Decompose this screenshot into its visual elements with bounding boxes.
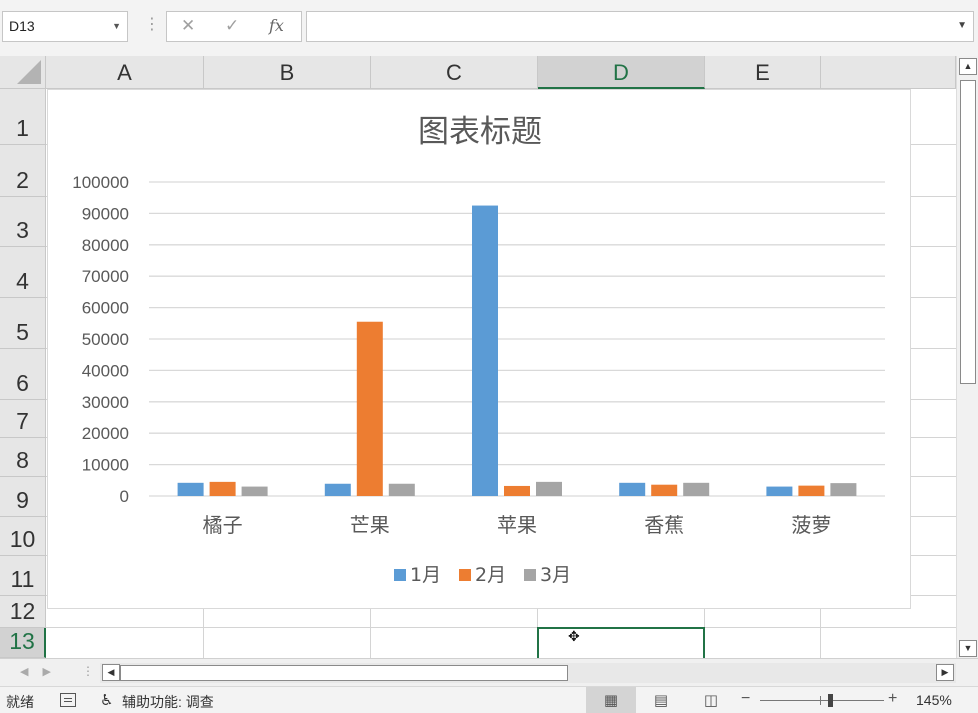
row-header-8[interactable]: 8 <box>0 438 46 477</box>
drag-handle-icon[interactable]: ⋮ <box>144 14 160 34</box>
legend-label: 3月 <box>540 564 571 586</box>
row-header-3[interactable]: 3 <box>0 197 46 247</box>
tab-split-handle-icon[interactable]: ⋮ <box>82 664 94 678</box>
y-tick-label: 90000 <box>82 204 129 223</box>
bar-4-2 <box>830 483 857 496</box>
row-header-2[interactable]: 2 <box>0 145 46 197</box>
y-tick-label: 20000 <box>82 424 129 443</box>
bar-4-0 <box>766 486 793 496</box>
y-tick-label: 30000 <box>82 393 129 412</box>
formula-input[interactable]: ▼ <box>306 11 974 42</box>
row-header-5[interactable]: 5 <box>0 298 46 349</box>
bar-0-2 <box>241 486 268 496</box>
macro-record-icon[interactable] <box>60 693 76 707</box>
scroll-down-button[interactable]: ▼ <box>959 640 977 657</box>
row-header-9[interactable]: 9 <box>0 477 46 517</box>
column-header-c[interactable]: C <box>371 56 538 89</box>
row-header-11[interactable]: 11 <box>0 556 46 596</box>
zoom-slider-handle[interactable] <box>828 694 833 707</box>
x-tick-label: 橘子 <box>203 513 243 537</box>
expand-formula-bar-icon[interactable]: ▼ <box>957 20 967 31</box>
row-header-13[interactable]: 13 <box>0 628 46 658</box>
column-header-e[interactable]: E <box>705 56 821 89</box>
cell-cursor-icon: ✥ <box>568 628 580 644</box>
y-tick-label: 70000 <box>82 267 129 286</box>
bar-2-1 <box>504 485 530 496</box>
legend-swatch <box>394 569 406 581</box>
row-header-7[interactable]: 7 <box>0 400 46 438</box>
zoom-in-button[interactable]: + <box>888 690 897 708</box>
sheet-tab-bar: ◀▶ ⋮ ◀ ▶ <box>0 658 978 686</box>
column-header-a[interactable]: A <box>46 56 204 89</box>
scroll-right-button[interactable]: ▶ <box>936 664 954 681</box>
x-tick-label: 香蕉 <box>644 513 684 537</box>
normal-view-icon[interactable]: ▦ <box>586 687 636 713</box>
horizontal-scroll-thumb[interactable] <box>120 665 568 681</box>
legend-label: 1月 <box>410 564 441 586</box>
row-header-1[interactable]: 1 <box>0 89 46 145</box>
scroll-up-button[interactable]: ▲ <box>959 58 977 75</box>
row-header-12[interactable]: 12 <box>0 596 46 628</box>
y-tick-label: 80000 <box>82 236 129 255</box>
bar-2-0 <box>472 205 498 497</box>
legend-swatch <box>459 569 471 581</box>
name-box-value: D13 <box>9 18 35 34</box>
bar-3-0 <box>619 482 646 496</box>
page-layout-view-icon[interactable]: ▤ <box>636 687 686 713</box>
row-header-6[interactable]: 6 <box>0 349 46 400</box>
x-tick-label: 芒果 <box>350 513 390 537</box>
accessibility-status[interactable]: 辅助功能: 调查 <box>122 692 214 712</box>
column-header-d[interactable]: D <box>538 56 705 89</box>
insert-function-button[interactable]: fx <box>269 16 284 35</box>
bar-1-2 <box>388 483 415 496</box>
page-break-preview-icon[interactable]: ◫ <box>686 687 736 713</box>
horizontal-scrollbar[interactable]: ◀ ▶ <box>100 663 956 683</box>
legend-swatch <box>524 569 536 581</box>
bar-0-0 <box>177 482 204 496</box>
column-header-filler[interactable] <box>821 56 956 89</box>
check-icon[interactable]: ✓ <box>225 16 239 36</box>
row-header-10[interactable]: 10 <box>0 517 46 556</box>
zoom-out-button[interactable]: − <box>741 690 750 708</box>
x-tick-label: 苹果 <box>497 513 537 537</box>
accessibility-icon[interactable]: ♿︎ <box>100 691 113 709</box>
vertical-scroll-thumb[interactable] <box>960 80 976 384</box>
chart-title: 图表标题 <box>418 114 542 150</box>
name-box[interactable]: D13 ▼ <box>2 11 128 42</box>
column-header-b[interactable]: B <box>204 56 371 89</box>
bar-3-1 <box>651 484 678 496</box>
zoom-slider-midmark <box>820 696 821 705</box>
row-header-4[interactable]: 4 <box>0 247 46 298</box>
x-tick-label: 菠萝 <box>791 513 831 537</box>
scroll-left-button[interactable]: ◀ <box>102 664 120 681</box>
vertical-scrollbar[interactable]: ▲ ▼ <box>956 56 978 658</box>
zoom-slider[interactable] <box>760 700 884 701</box>
y-tick-label: 0 <box>120 487 129 506</box>
chart-object[interactable]: 图表标题 0 10000 20000 30000 40000 50000 60000 70000… <box>47 89 911 609</box>
bar-4-1 <box>798 485 825 496</box>
status-bar: 就绪 ♿︎ 辅助功能: 调查 ▦ ▤ ◫ − + 145% <box>0 686 978 713</box>
y-tick-label: 50000 <box>82 330 129 349</box>
chevron-down-icon[interactable]: ▼ <box>112 12 121 41</box>
bar-0-1 <box>209 481 236 496</box>
y-tick-label: 10000 <box>82 456 129 475</box>
bar-1-0 <box>324 483 351 496</box>
formula-bar: D13 ▼ ⋮ ✕ ✓ fx ▼ <box>0 0 978 56</box>
status-ready: 就绪 <box>6 694 34 710</box>
select-all-button[interactable] <box>0 56 46 89</box>
legend-label: 2月 <box>475 564 506 586</box>
formula-buttons: ✕ ✓ fx <box>166 11 302 42</box>
bar-3-2 <box>683 482 710 496</box>
excel-window: D13 ▼ ⋮ ✕ ✓ fx ▼ ABCDE 1 2 3 4 5 6 7 8 9 10 11 12 13… <box>0 0 978 713</box>
bar-1-1 <box>356 321 383 496</box>
cancel-icon[interactable]: ✕ <box>181 16 195 36</box>
y-tick-label: 40000 <box>82 361 129 380</box>
zoom-level[interactable]: 145% <box>916 692 952 708</box>
selected-cell[interactable] <box>537 627 705 658</box>
column-chart: 图表标题 0 10000 20000 30000 40000 50000 60000 70000… <box>72 114 885 586</box>
sheet-nav-arrows[interactable]: ◀▶ <box>20 665 65 678</box>
bar-2-2 <box>536 481 562 496</box>
y-tick-label: 60000 <box>82 299 129 318</box>
y-tick-label: 100000 <box>72 173 129 192</box>
